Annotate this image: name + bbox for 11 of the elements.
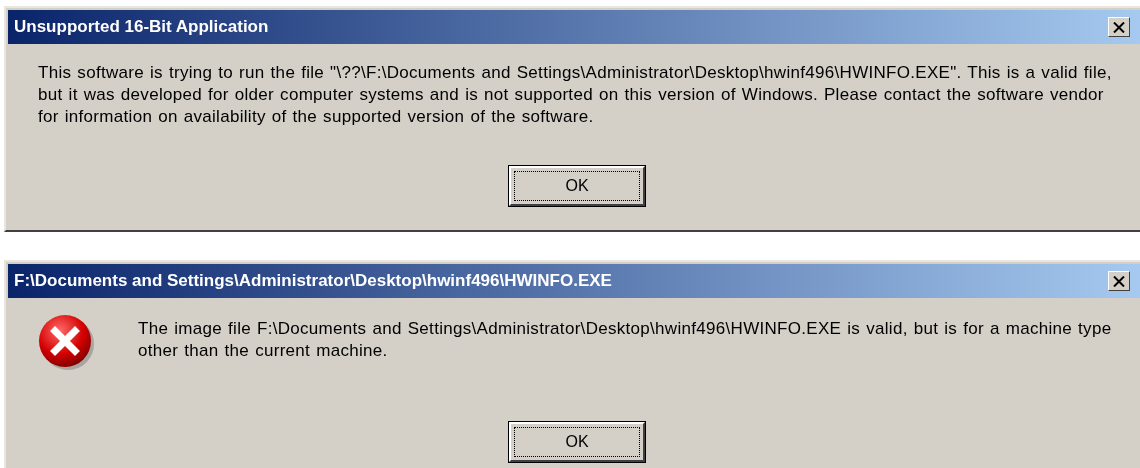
window-title: F:\Documents and Settings\Administrator\Desktop\hwinf496\HWINFO.EXE [14, 271, 612, 291]
close-icon [1113, 21, 1125, 33]
window-title: Unsupported 16-Bit Application [14, 17, 269, 37]
close-button[interactable] [1108, 271, 1130, 291]
error-icon [38, 314, 94, 370]
ok-button[interactable]: OK [509, 422, 645, 462]
error-message: The image file F:\Documents and Settings\Administrator\Desktop\hwinf496\HWINFO.EXE is valid, but is for a machine type other than the current machine. [138, 318, 1113, 362]
close-button[interactable] [1108, 17, 1130, 37]
close-icon [1113, 275, 1125, 287]
ok-button[interactable]: OK [509, 166, 645, 206]
error-message: This software is trying to run the file "\??\F:\Documents and Settings\Administrator\Desktop\hwinf496\HWINFO.EXE". This is a valid file, but it was developed for older computer systems and is not supported on this version of Windows. Please contact the software vendor for information on availability of the supported version of the software. [38, 62, 1113, 128]
